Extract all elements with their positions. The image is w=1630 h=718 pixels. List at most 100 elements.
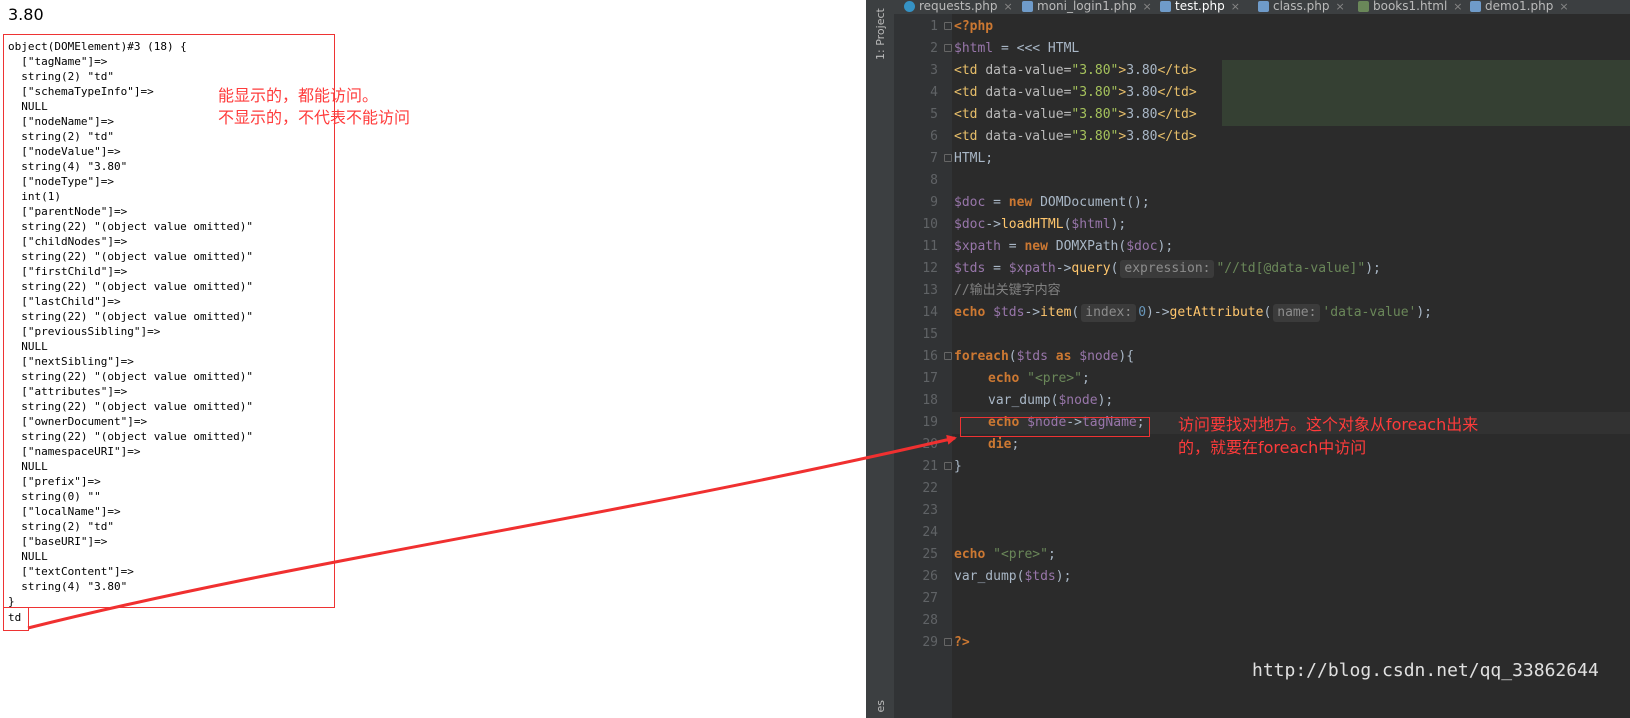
dump-line: NULL (8, 340, 48, 353)
dump-line: ["schemaTypeInfo"]=> (8, 85, 154, 98)
html-text: 3.80 (1126, 107, 1158, 122)
code-token: $html (1071, 217, 1111, 232)
php-icon (1160, 1, 1171, 12)
dump-line: ["previousSibling"]=> (8, 325, 161, 338)
dump-line: string(4) "3.80" (8, 160, 128, 173)
code-comment: //输出关键字内容 (954, 283, 1061, 298)
close-icon[interactable]: × (1335, 0, 1344, 13)
code-token: ); (1416, 305, 1432, 320)
tab-test-php[interactable]: test.php × (1160, 0, 1240, 14)
code-line: 15 (894, 324, 1630, 346)
code-line: 7 HTML; (894, 148, 1630, 170)
close-icon[interactable]: × (1004, 0, 1013, 13)
code-token: $tds (954, 261, 986, 276)
dump-line: NULL (8, 460, 48, 473)
code-token: $tds (1016, 349, 1048, 364)
code-token: = (985, 261, 1009, 276)
watermark-url: http://blog.csdn.net/qq_33862644 (1252, 660, 1599, 681)
ide-window: 1: Project es requests.php × moni_login1.… (866, 0, 1630, 718)
code-line: 23 (894, 500, 1630, 522)
fold-marker-icon[interactable] (944, 154, 952, 162)
dump-line: ["firstChild"]=> (8, 265, 128, 278)
php-icon (1470, 1, 1481, 12)
dump-line: ["attributes"]=> (8, 385, 128, 398)
line-number: 28 (922, 613, 938, 628)
code-token: = (985, 195, 1009, 210)
parameter-hint: name: (1273, 304, 1321, 322)
line-number: 24 (922, 525, 938, 540)
fold-marker-icon[interactable] (944, 638, 952, 646)
html-text: 3.80 (1126, 63, 1158, 78)
annotation-left-line1: 能显示的，都能访问。 (218, 86, 379, 105)
close-icon[interactable]: × (1453, 0, 1462, 13)
code-token: $doc (954, 217, 986, 232)
html-attr-value: "3.80" (1071, 129, 1119, 144)
code-token: query (1071, 261, 1111, 276)
dump-line: string(22) "(object value omitted)" (8, 220, 254, 233)
dump-line: ["namespaceURI"]=> (8, 445, 141, 458)
code-line: 14 echo $tds->item(index: 0)->getAttribut… (894, 302, 1630, 324)
dump-line: string(4) "3.80" (8, 580, 128, 593)
line-number: 17 (922, 371, 938, 386)
dump-line: NULL (8, 100, 48, 113)
tab-demo1-php[interactable]: demo1.php × (1470, 0, 1569, 14)
dump-line: string(22) "(object value omitted)" (8, 400, 254, 413)
code-token: = <<< HTML (993, 41, 1080, 56)
html-attr-value: "3.80" (1071, 107, 1119, 122)
dump-line: string(22) "(object value omitted)" (8, 310, 254, 323)
code-token: "<pre>" (1019, 371, 1082, 386)
dump-line: NULL (8, 550, 48, 563)
project-tool-strip[interactable]: 1: Project es (866, 0, 895, 718)
code-token: DOMXPath( (1047, 239, 1127, 254)
code-line: 12 $tds = $xpath->query(expression: "//td… (894, 258, 1630, 280)
code-token: $tds (985, 305, 1025, 320)
code-line: 2 $html = <<< HTML (894, 38, 1630, 60)
code-token: )-> (1146, 305, 1170, 320)
line-number: 18 (922, 393, 938, 408)
line-number: 21 (922, 459, 938, 474)
fold-marker-icon[interactable] (944, 22, 952, 30)
code-token: foreach (954, 349, 1009, 364)
html-tag: <td (954, 107, 986, 122)
close-icon[interactable]: × (1231, 0, 1240, 13)
tab-requests-php[interactable]: requests.php × (904, 0, 1013, 14)
code-token: DOMDocument(); (1032, 195, 1150, 210)
php-icon (1022, 1, 1033, 12)
code-line: 25 echo "<pre>"; (894, 544, 1630, 566)
code-line: 9 $doc = new DOMDocument(); (894, 192, 1630, 214)
code-line: 3 <td data-value="3.80">3.80</td> (894, 60, 1630, 82)
line-number: 20 (922, 437, 938, 452)
tab-label: books1.html (1373, 0, 1448, 13)
php-open-tag: <?php (954, 19, 994, 34)
code-line: 10 $doc->loadHTML($html); (894, 214, 1630, 236)
code-lines[interactable]: 1 <?php 2 $html = <<< HTML 3 <td data-va… (894, 16, 1630, 718)
tab-label: moni_login1.php (1037, 0, 1137, 13)
annotation-right-line2: 的，就要在foreach中访问 (1178, 438, 1367, 457)
parameter-hint: expression: (1120, 260, 1215, 278)
bottom-tool-label[interactable]: es (874, 700, 887, 713)
tab-class-php[interactable]: class.php × (1258, 0, 1345, 14)
project-tool-label[interactable]: 1: Project (874, 0, 887, 60)
html-attr: data-value= (985, 63, 1072, 78)
html-icon (1358, 1, 1369, 12)
code-token: echo (954, 547, 986, 562)
fold-marker-icon[interactable] (944, 462, 952, 470)
tab-moni-login1-php[interactable]: moni_login1.php × (1022, 0, 1152, 14)
code-token: "//td[@data-value]" (1216, 261, 1366, 276)
line-number: 25 (922, 547, 938, 562)
code-token: ); (1097, 393, 1114, 408)
line-number: 23 (922, 503, 938, 518)
code-token: echo (988, 371, 1020, 386)
tab-books1-html[interactable]: books1.html × (1358, 0, 1463, 14)
close-icon[interactable]: × (1143, 0, 1152, 13)
fold-marker-icon[interactable] (944, 352, 952, 360)
code-token: echo (954, 305, 986, 320)
fold-marker-icon[interactable] (944, 44, 952, 52)
line-number: 6 (930, 129, 938, 144)
line-number: 29 (922, 635, 938, 650)
code-line: 26 var_dump($tds); (894, 566, 1630, 588)
code-token: $node (1079, 349, 1119, 364)
code-line: 11 $xpath = new DOMXPath($doc); (894, 236, 1630, 258)
close-icon[interactable]: × (1559, 0, 1568, 13)
code-token: ){ (1118, 349, 1135, 364)
